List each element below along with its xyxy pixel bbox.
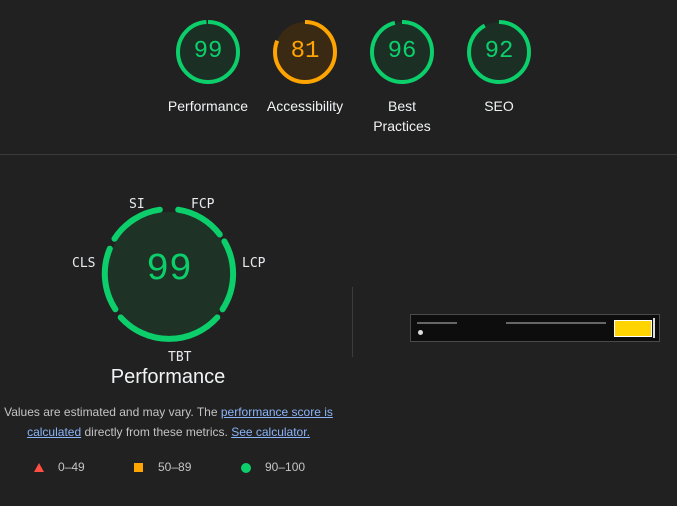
- thumbnail-nav-bar: [506, 322, 606, 324]
- metric-label-lcp: LCP: [242, 256, 266, 271]
- category-gauges: 99 Performance 81 Accessibility 96 Best …: [0, 18, 677, 138]
- section-divider: [0, 154, 677, 155]
- vertical-divider: [352, 287, 353, 357]
- performance-title: Performance: [110, 366, 226, 388]
- metric-label-si: SI: [129, 197, 145, 212]
- metric-label-tbt: TBT: [168, 350, 192, 365]
- metric-label-fcp: FCP: [191, 197, 215, 212]
- gauge-label: Best Practices: [373, 98, 431, 134]
- performance-score: 99: [146, 248, 192, 291]
- gauge-score: 81: [290, 38, 320, 65]
- score-legend: 0–49 50–89 90–100: [0, 460, 337, 476]
- note-text-1: Values are estimated and may vary. The: [4, 405, 221, 419]
- gauge-score: 99: [193, 38, 223, 65]
- page-screenshot-thumbnail[interactable]: [410, 314, 660, 342]
- thumbnail-logo: [418, 330, 423, 335]
- triangle-icon: [34, 463, 44, 472]
- gauge-label: Accessibility: [266, 98, 344, 114]
- circle-icon: [241, 463, 251, 473]
- legend-range: 50–89: [158, 460, 192, 474]
- note-text-2: directly from these metrics.: [81, 425, 232, 439]
- gauge-label: SEO: [484, 98, 514, 114]
- legend-range: 90–100: [265, 460, 306, 474]
- thumbnail-scrollbar: [653, 318, 655, 338]
- square-icon: [134, 463, 143, 472]
- gauge-label: Performance: [167, 98, 249, 114]
- gauge-seo[interactable]: 92 SEO: [451, 18, 547, 116]
- thumbnail-header-bar: [417, 322, 457, 324]
- gauge-best-practices[interactable]: 96 Best Practices: [354, 18, 450, 136]
- thumbnail-cta-button: [614, 320, 652, 337]
- legend-range: 0–49: [58, 460, 85, 474]
- gauge-performance[interactable]: 99 Performance: [160, 18, 256, 116]
- see-calculator-link[interactable]: See calculator.: [231, 425, 310, 439]
- estimate-note: Values are estimated and may vary. The p…: [0, 402, 337, 442]
- gauge-score: 96: [387, 38, 417, 65]
- metric-label-cls: CLS: [72, 256, 96, 271]
- gauge-accessibility[interactable]: 81 Accessibility: [257, 18, 353, 116]
- gauge-score: 92: [484, 38, 514, 65]
- performance-gauge: SI FCP LCP TBT CLS 99 Performance: [0, 190, 337, 390]
